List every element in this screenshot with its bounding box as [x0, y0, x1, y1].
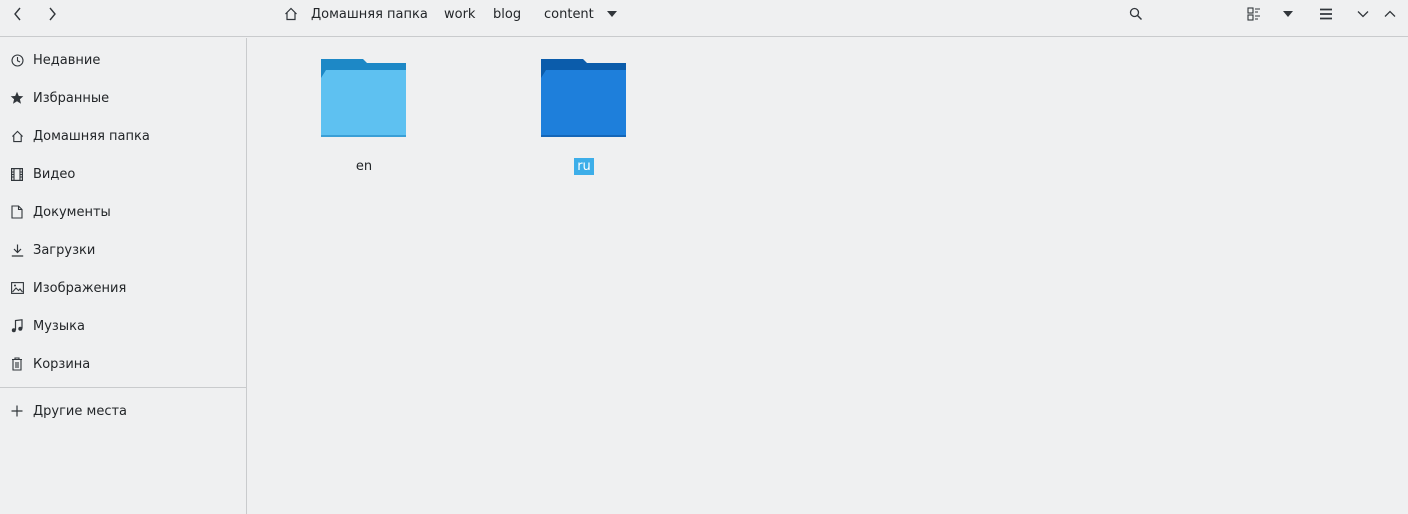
plus-icon: [10, 404, 24, 418]
minimize-button[interactable]: [1355, 2, 1371, 26]
folder-icon: [321, 59, 406, 137]
sidebar-item-label: Корзина: [33, 356, 91, 372]
view-list-icon: [1247, 7, 1260, 21]
sidebar-item-home[interactable]: Домашняя папка: [0, 117, 246, 155]
breadcrumb-label: blog: [493, 6, 522, 22]
breadcrumb-content[interactable]: content: [544, 0, 594, 28]
folder-item-en[interactable]: en: [304, 48, 424, 174]
caret-down-icon: [607, 11, 617, 17]
maximize-button[interactable]: [1382, 2, 1398, 26]
chevron-up-icon: [1384, 10, 1396, 17]
chevron-down-icon: [1357, 11, 1369, 18]
file-name-label: en: [355, 159, 373, 174]
sidebar-item-videos[interactable]: Видео: [0, 155, 246, 193]
sidebar-item-label: Домашняя папка: [33, 128, 150, 144]
home-icon: [10, 129, 24, 143]
music-icon: [10, 319, 24, 333]
sidebar-item-other-places[interactable]: Другие места: [0, 392, 246, 430]
breadcrumb-blog[interactable]: blog: [493, 0, 521, 28]
chevron-right-icon: [49, 7, 56, 21]
sidebar-item-music[interactable]: Музыка: [0, 307, 246, 345]
sidebar-item-label: Документы: [33, 204, 111, 220]
sidebar-item-label: Другие места: [33, 403, 128, 419]
document-icon: [10, 205, 24, 219]
back-button[interactable]: [8, 2, 28, 26]
star-icon: [10, 91, 24, 105]
sidebar-divider: [0, 387, 246, 388]
view-options-dropdown[interactable]: [1279, 2, 1297, 26]
forward-button[interactable]: [42, 2, 62, 26]
sidebar-item-label: Видео: [33, 166, 76, 182]
breadcrumb-label: Домашняя папка: [311, 6, 428, 22]
main-menu-button[interactable]: [1316, 2, 1336, 26]
search-icon: [1129, 7, 1143, 21]
file-view[interactable]: en ru: [247, 38, 1408, 514]
search-button[interactable]: [1126, 2, 1146, 26]
breadcrumb-work[interactable]: work: [444, 0, 475, 28]
sidebar-item-label: Изображения: [33, 280, 127, 296]
sidebar-item-documents[interactable]: Документы: [0, 193, 246, 231]
sidebar-item-recent[interactable]: Недавние: [0, 41, 246, 79]
trash-icon: [10, 357, 24, 371]
breadcrumb-label: content: [544, 6, 594, 22]
sidebar-item-label: Недавние: [33, 52, 101, 68]
sidebar-item-trash[interactable]: Корзина: [0, 345, 246, 383]
sidebar-item-label: Загрузки: [33, 242, 96, 258]
chevron-left-icon: [14, 7, 21, 21]
image-icon: [10, 281, 24, 295]
sidebar-item-downloads[interactable]: Загрузки: [0, 231, 246, 269]
caret-down-icon: [1283, 11, 1293, 17]
film-icon: [10, 167, 24, 181]
breadcrumb-home[interactable]: Домашняя папка: [284, 0, 428, 28]
file-name: ru: [524, 157, 644, 177]
sidebar-item-label: Избранные: [33, 90, 110, 106]
breadcrumb-label: work: [444, 6, 476, 22]
home-icon: [285, 7, 297, 21]
clock-icon: [10, 53, 24, 67]
folder-icon: [541, 59, 626, 137]
header-bar: Домашняя папка work blog content: [0, 0, 1408, 37]
sidebar-item-pictures[interactable]: Изображения: [0, 269, 246, 307]
path-dropdown-button[interactable]: [604, 2, 620, 26]
view-mode-button[interactable]: [1244, 2, 1264, 26]
sidebar-item-label: Музыка: [33, 318, 85, 334]
download-icon: [10, 243, 24, 257]
file-name: en: [304, 157, 424, 177]
folder-item-ru[interactable]: ru: [524, 48, 644, 175]
hamburger-menu-icon: [1320, 8, 1332, 20]
sidebar-item-starred[interactable]: Избранные: [0, 79, 246, 117]
file-name-label: ru: [574, 158, 594, 175]
places-sidebar: Недавние Избранные Домашняя папка Видео …: [0, 38, 247, 514]
